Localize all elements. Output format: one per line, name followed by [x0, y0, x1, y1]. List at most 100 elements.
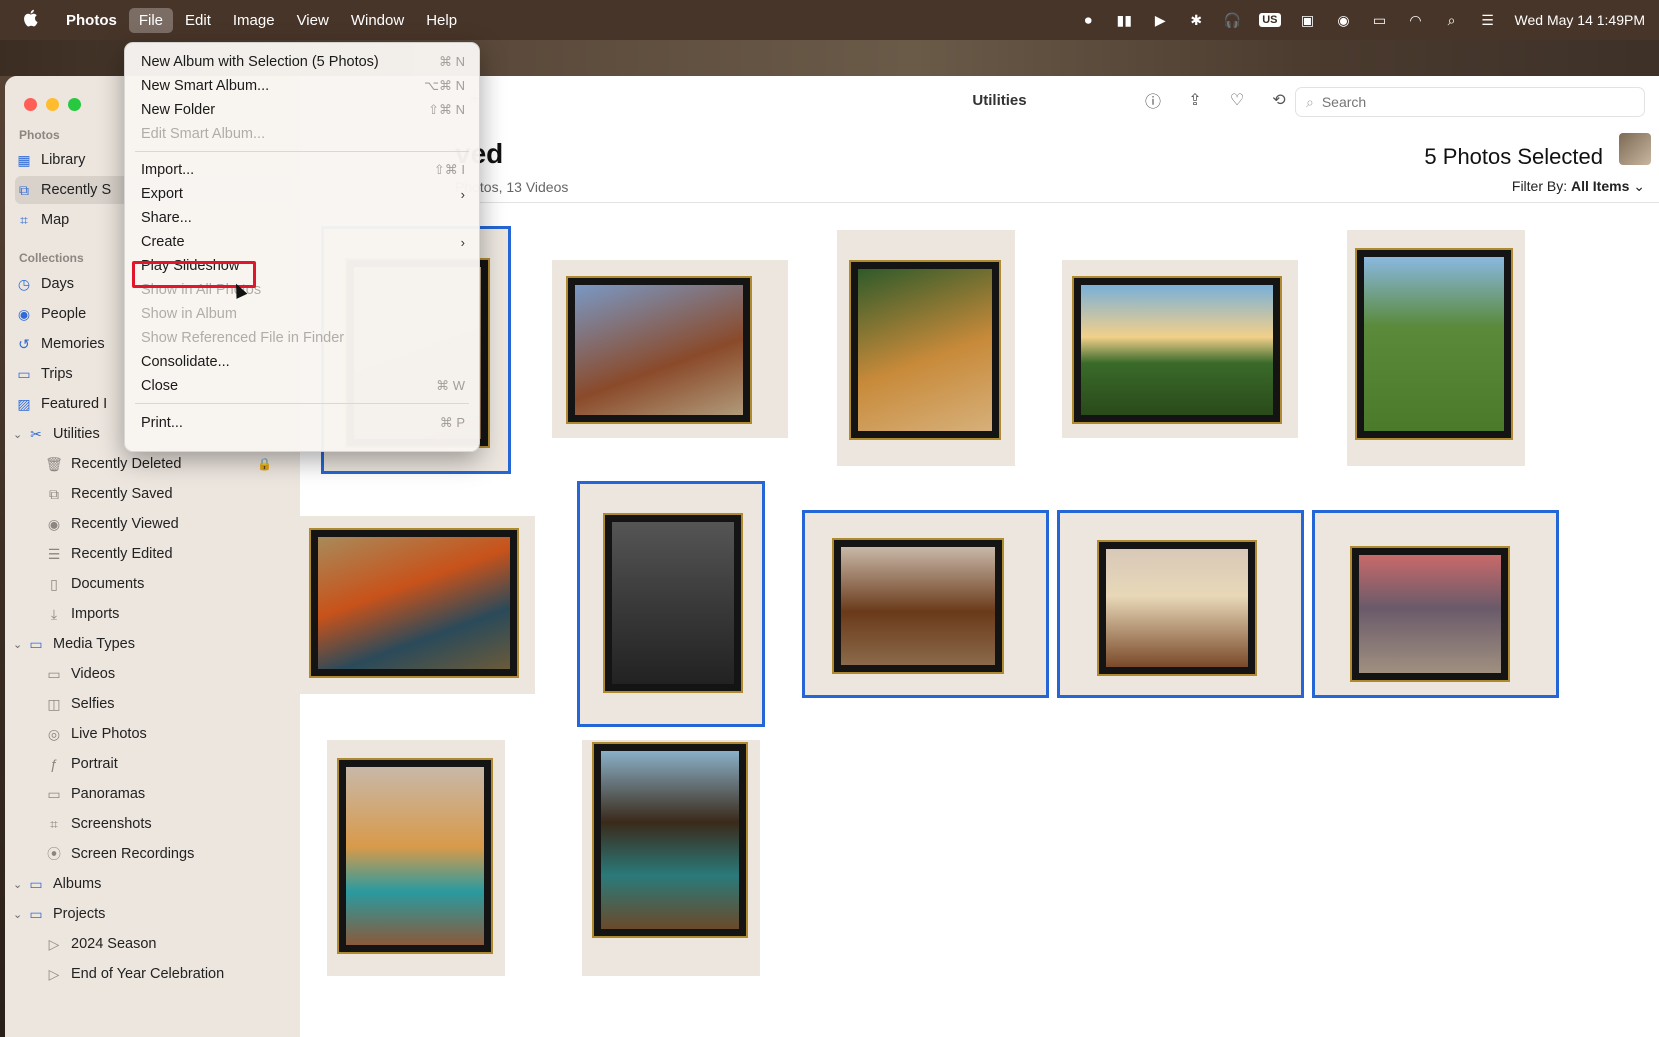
stage-manager-icon[interactable]: ▣: [1299, 11, 1317, 29]
photo-tile[interactable]: [1062, 260, 1298, 438]
menu-item-close[interactable]: Close ⌘ W: [141, 375, 465, 397]
photo-tile[interactable]: [1347, 230, 1525, 466]
menu-item-create[interactable]: Create ›: [141, 231, 465, 253]
search-field[interactable]: ⌕: [1295, 87, 1645, 117]
sidebar-item-recently-deleted[interactable]: 🗑 Recently Deleted 🔒: [45, 450, 290, 478]
sidebar-item-screenshots[interactable]: ⌗ Screenshots: [45, 810, 290, 838]
sidebar-item-albums[interactable]: ⌄ ▭ Albums: [13, 870, 290, 898]
battery-icon[interactable]: ▭: [1371, 11, 1389, 29]
headphones-icon[interactable]: 🎧: [1223, 11, 1241, 29]
shortcut: ⌘ N: [439, 54, 465, 69]
sidebar-item-imports[interactable]: ⤓ Imports: [45, 600, 290, 628]
sidebar-item-recently-viewed[interactable]: ◉ Recently Viewed: [45, 510, 290, 538]
search-input[interactable]: [1321, 94, 1622, 110]
sidebar-label: Screen Recordings: [71, 846, 195, 862]
sidebar-label: Documents: [71, 576, 145, 592]
recently-saved-icon: ⧉: [49, 485, 59, 502]
section-collections: Collections: [19, 251, 84, 265]
zoom-window-button[interactable]: [68, 98, 81, 111]
filter-dropdown[interactable]: Filter By: All Items ⌄: [1512, 178, 1645, 195]
sidebar-item-videos[interactable]: ▭ Videos: [45, 660, 290, 688]
photo-tile[interactable]: [552, 260, 788, 438]
sidebar-label: Albums: [53, 876, 102, 892]
sidebar-item-2024-season[interactable]: ▷ 2024 Season: [45, 930, 290, 958]
sidebar-item-recently-edited[interactable]: ☰ Recently Edited: [45, 540, 290, 568]
heart-icon[interactable]: ♡: [1227, 90, 1247, 110]
sidebar-item-live-photos[interactable]: ◎ Live Photos: [45, 720, 290, 748]
photo-tile[interactable]: [297, 516, 535, 694]
menu-item-consolidate[interactable]: Consolidate...: [141, 351, 465, 373]
play-icon[interactable]: ▶: [1151, 11, 1169, 29]
filter-value: All Items: [1571, 178, 1630, 194]
menu-item-export[interactable]: Export ›: [141, 183, 465, 205]
menu-window[interactable]: Window: [341, 8, 414, 33]
info-icon[interactable]: ⓘ: [1143, 90, 1163, 111]
photo-tile[interactable]: [837, 230, 1015, 466]
memories-icon: ↺: [18, 335, 30, 352]
sidebar-item-selfies[interactable]: ◫ Selfies: [45, 690, 290, 718]
photo-tile[interactable]: [327, 740, 505, 976]
audio-levels-icon[interactable]: ▮▮: [1115, 11, 1133, 29]
menu-file[interactable]: File: [128, 7, 174, 33]
sidebar-item-screen-recordings[interactable]: ⦿ Screen Recordings: [45, 840, 290, 868]
chevron-down-icon[interactable]: ⌄: [13, 638, 22, 651]
shortcut: ⌥⌘ N: [424, 78, 465, 93]
close-window-button[interactable]: [24, 98, 37, 111]
recently-saved-icon: ⧉: [19, 181, 29, 198]
file-menu: New Album with Selection (5 Photos) ⌘ N N…: [124, 42, 480, 452]
menu-view[interactable]: View: [287, 8, 339, 33]
sidebar-item-projects[interactable]: ⌄ ▭ Projects: [13, 900, 290, 928]
menu-photos[interactable]: Photos: [56, 8, 127, 33]
spotlight-icon[interactable]: ⌕: [1443, 11, 1461, 29]
folder-icon: ▭: [29, 905, 43, 922]
photo-tile[interactable]: [582, 740, 760, 976]
sidebar-item-panoramas[interactable]: ▭ Panoramas: [45, 780, 290, 808]
screen-recording-icon: ⦿: [47, 846, 61, 862]
people-icon: ◉: [17, 305, 31, 322]
menu-item-print[interactable]: Print... ⌘ P: [141, 412, 465, 434]
sidebar-item-recently-saved[interactable]: ⧉ Recently Saved: [45, 480, 290, 508]
user-icon[interactable]: ◉: [1335, 11, 1353, 29]
menu-item-share[interactable]: Share...: [141, 207, 465, 229]
menu-label: Print...: [141, 415, 183, 431]
menu-item-import[interactable]: Import... ⇧⌘ I: [141, 159, 465, 181]
menu-image[interactable]: Image: [223, 8, 285, 33]
clock[interactable]: Wed May 14 1:49PM: [1515, 12, 1645, 28]
menu-label: Show Referenced File in Finder: [141, 330, 345, 346]
photo-tile[interactable]: [802, 510, 1049, 698]
sidebar-item-end-of-year[interactable]: ▷ End of Year Celebration: [45, 960, 290, 988]
apple-menu-icon[interactable]: [22, 9, 56, 32]
bluetooth-icon[interactable]: ✱: [1187, 11, 1205, 29]
shortcut: ⌘ P: [439, 415, 465, 430]
sidebar-item-media-types[interactable]: ⌄ ▭ Media Types: [13, 630, 290, 658]
sidebar-label: Live Photos: [71, 726, 147, 742]
share-icon[interactable]: ⇪: [1185, 90, 1205, 110]
wifi-icon[interactable]: ◠: [1407, 11, 1425, 29]
menu-label: Create: [141, 234, 185, 250]
chevron-down-icon[interactable]: ⌄: [13, 908, 22, 921]
photo-tile[interactable]: [577, 481, 765, 727]
photo-tile[interactable]: [1312, 510, 1559, 698]
rotate-icon[interactable]: ⟲: [1269, 90, 1289, 110]
sidebar-label: Featured I: [41, 396, 108, 412]
menu-edit[interactable]: Edit: [175, 8, 221, 33]
chevron-down-icon[interactable]: ⌄: [13, 878, 22, 891]
sidebar-label: End of Year Celebration: [71, 966, 225, 982]
menu-item-new-folder[interactable]: New Folder ⇧⌘ N: [141, 99, 465, 121]
control-center-icon[interactable]: ☰: [1479, 11, 1497, 29]
menu-item-new-album[interactable]: New Album with Selection (5 Photos) ⌘ N: [141, 51, 465, 73]
menu-help[interactable]: Help: [416, 8, 467, 33]
chevron-down-icon[interactable]: ⌄: [13, 428, 22, 441]
menu-bar: Photos File Edit Image View Window Help …: [0, 0, 1659, 40]
sidebar-label: Days: [41, 276, 75, 292]
sidebar-item-portrait[interactable]: ƒ Portrait: [45, 750, 290, 778]
menu-item-new-smart-album[interactable]: New Smart Album... ⌥⌘ N: [141, 75, 465, 97]
selection-thumbnail: [1619, 133, 1651, 165]
sidebar-item-documents[interactable]: ▯ Documents: [45, 570, 290, 598]
photo-tile[interactable]: [1057, 510, 1304, 698]
record-icon[interactable]: ⏺: [1079, 11, 1097, 29]
sidebar-label: Utilities: [53, 426, 100, 442]
menu-item-edit-smart-album: Edit Smart Album...: [141, 123, 465, 145]
input-source[interactable]: US: [1259, 13, 1281, 27]
minimize-window-button[interactable]: [46, 98, 59, 111]
